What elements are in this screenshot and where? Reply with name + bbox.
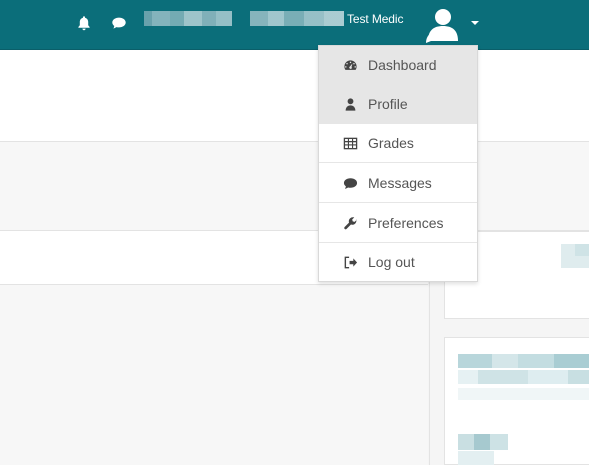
user-avatar-icon[interactable] [423, 6, 461, 44]
menu-item-label: Profile [368, 96, 408, 112]
sign-out-icon [343, 255, 358, 270]
main-content-area [0, 285, 428, 465]
user-dropdown-menu: Dashboard Profile Grades Messages Prefer… [318, 45, 478, 282]
blurred-content [458, 370, 589, 384]
menu-item-label: Log out [368, 254, 415, 270]
caret-down-icon[interactable] [471, 21, 479, 25]
menu-item-label: Messages [368, 175, 432, 191]
menu-item-label: Dashboard [368, 57, 437, 73]
menu-item-profile[interactable]: Profile [319, 85, 477, 124]
page-header-region [0, 50, 589, 142]
sidebar-block [444, 337, 589, 465]
menu-item-label: Grades [368, 135, 414, 151]
bell-icon[interactable] [76, 15, 92, 31]
blurred-content [575, 244, 589, 256]
dashboard-icon [343, 58, 358, 73]
menu-item-label: Preferences [368, 215, 444, 231]
table-icon [343, 136, 358, 151]
blurred-content [458, 388, 589, 400]
blurred-username [144, 11, 344, 26]
menu-item-dashboard[interactable]: Dashboard [319, 46, 477, 85]
blurred-content [458, 354, 589, 368]
menu-item-log-out[interactable]: Log out [319, 243, 477, 282]
page-banner-band [0, 142, 589, 231]
menu-item-grades[interactable]: Grades [319, 124, 477, 163]
blurred-content [458, 451, 494, 465]
blurred-content [458, 434, 508, 450]
menu-item-messages[interactable]: Messages [319, 164, 477, 203]
comment-icon [343, 176, 358, 191]
wrench-icon [343, 216, 358, 231]
menu-item-preferences[interactable]: Preferences [319, 204, 477, 243]
user-name[interactable]: Test Medic [347, 12, 403, 26]
chat-bubble-icon[interactable] [111, 15, 127, 31]
user-icon [343, 97, 358, 112]
top-navbar: Test Medic [0, 0, 589, 50]
